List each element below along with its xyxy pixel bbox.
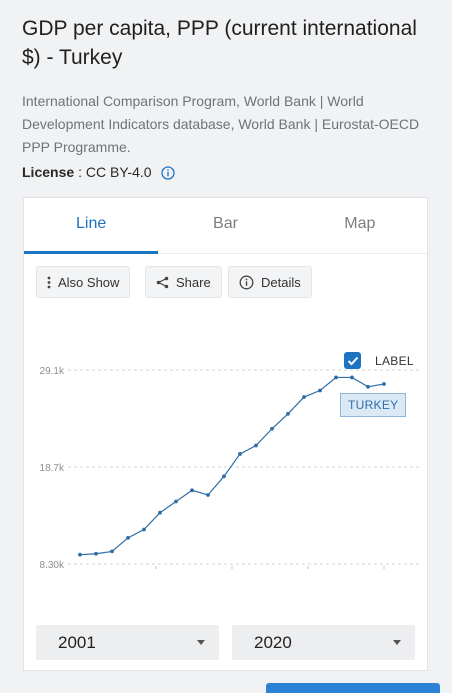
data-point[interactable] — [270, 426, 274, 431]
data-point[interactable] — [318, 388, 322, 393]
data-point[interactable] — [126, 535, 130, 540]
series-tag: TURKEY — [340, 393, 407, 417]
data-point[interactable] — [190, 488, 194, 493]
y-tick-label: 8.30k — [40, 560, 65, 571]
data-point[interactable] — [110, 549, 114, 554]
start-year-select[interactable]: 2001 — [36, 625, 219, 660]
y-tick-label: 29.1k — [40, 366, 65, 377]
vertical-dots-icon — [47, 276, 51, 289]
license-label: License — [22, 164, 75, 180]
line-chart: 29.1k 18.7k 8.30k — [40, 366, 419, 571]
data-point[interactable] — [286, 411, 290, 416]
label-toggle[interactable]: LABEL — [344, 352, 414, 369]
details-button[interactable]: Details — [228, 266, 312, 298]
data-point[interactable] — [158, 510, 162, 515]
data-point[interactable] — [238, 452, 242, 456]
details-label: Details — [261, 274, 301, 290]
caret-down-icon — [197, 640, 205, 645]
share-label: Share — [176, 274, 211, 290]
data-point[interactable] — [302, 395, 306, 399]
info-icon — [239, 275, 254, 290]
data-point[interactable] — [222, 474, 226, 479]
data-point[interactable] — [78, 552, 82, 557]
bottom-action-button[interactable] — [266, 683, 440, 693]
data-point[interactable] — [254, 443, 258, 448]
tab-bar[interactable]: Bar — [158, 198, 292, 253]
chart-card: Line Bar Map Also Show Share Details 29.… — [23, 197, 428, 671]
data-point[interactable] — [206, 493, 210, 497]
source-text: International Comparison Program, World … — [22, 93, 420, 155]
label-toggle-text: LABEL — [375, 353, 414, 368]
y-tick-label: 18.7k — [40, 463, 65, 474]
also-show-button[interactable]: Also Show — [36, 266, 131, 298]
label-checkbox[interactable] — [344, 352, 361, 369]
series-line — [79, 376, 385, 556]
data-point[interactable] — [174, 499, 178, 504]
info-icon[interactable] — [160, 165, 175, 180]
license-row: License : CC BY-4.0 — [22, 161, 175, 184]
data-point[interactable] — [142, 527, 146, 532]
chart-tabs: Line Bar Map — [24, 198, 427, 254]
caret-down-icon — [393, 640, 401, 645]
page-title: GDP per capita, PPP (current internation… — [22, 17, 417, 69]
also-show-label: Also Show — [58, 274, 120, 290]
data-point[interactable] — [94, 551, 98, 556]
start-year-value: 2001 — [58, 632, 96, 652]
data-point[interactable] — [334, 375, 338, 380]
share-button[interactable]: Share — [145, 266, 222, 298]
tab-line[interactable]: Line — [24, 198, 159, 254]
checkmark-icon — [347, 356, 358, 365]
data-point[interactable] — [382, 382, 386, 386]
tab-map[interactable]: Map — [293, 198, 427, 253]
end-year-select[interactable]: 2020 — [232, 625, 415, 660]
license-value: : CC BY-4.0 — [78, 164, 152, 180]
share-icon — [156, 276, 169, 289]
end-year-value: 2020 — [254, 632, 292, 652]
data-point[interactable] — [350, 375, 354, 380]
data-point[interactable] — [366, 384, 370, 389]
